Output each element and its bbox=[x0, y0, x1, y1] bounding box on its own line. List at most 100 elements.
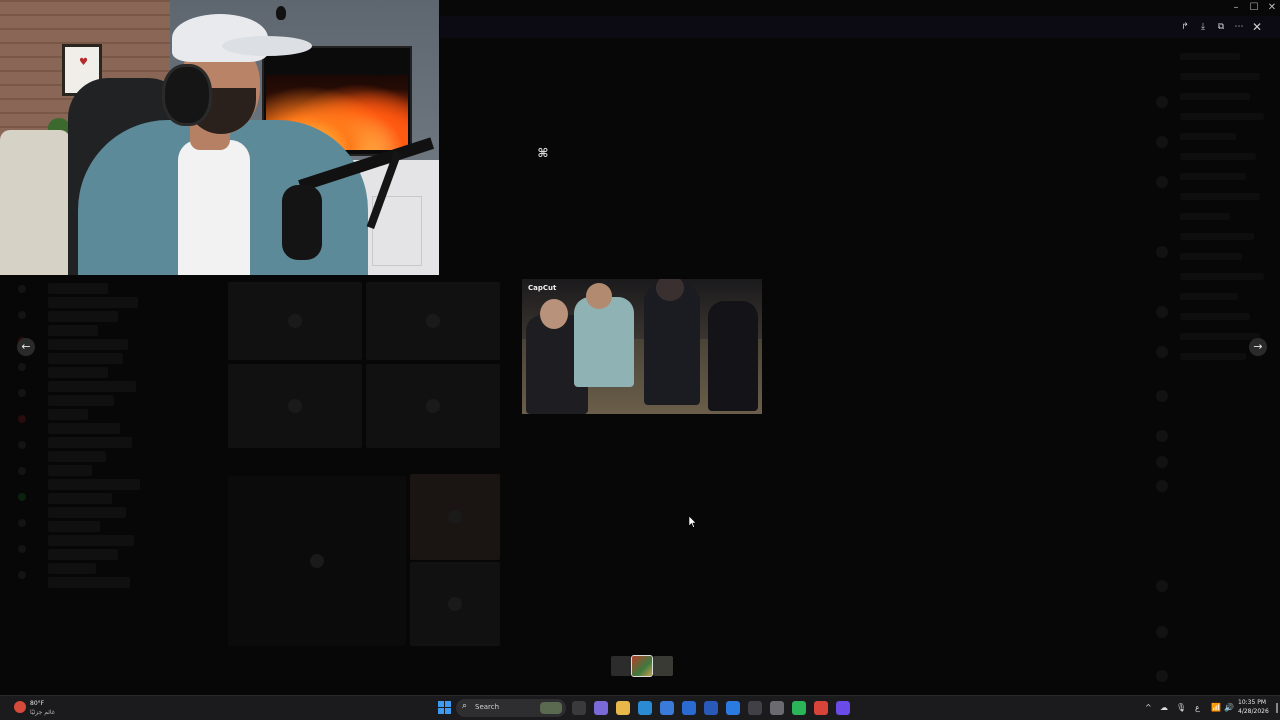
file-explorer-icon[interactable] bbox=[616, 701, 630, 715]
mic-icon[interactable]: 🎙 bbox=[1176, 702, 1186, 714]
webcam-overlay: ♥ bbox=[0, 0, 439, 275]
heart-icon: ♥ bbox=[79, 57, 88, 68]
media-icon[interactable] bbox=[748, 701, 762, 715]
figure bbox=[644, 285, 700, 405]
avatar bbox=[1156, 246, 1168, 258]
forward-icon[interactable]: ↱ bbox=[1178, 20, 1192, 34]
language-indicator[interactable]: ع bbox=[1195, 702, 1200, 714]
shield-icon[interactable] bbox=[682, 701, 696, 715]
task-view-icon[interactable] bbox=[572, 701, 586, 715]
channel-row bbox=[48, 367, 108, 378]
chrome-icon[interactable] bbox=[814, 701, 828, 715]
weather-condition: غائم جزئيًا bbox=[30, 709, 55, 716]
channel-row bbox=[48, 549, 118, 560]
member-row bbox=[1180, 293, 1238, 300]
channel-row bbox=[48, 451, 106, 462]
member-list-dimmed bbox=[1150, 40, 1280, 690]
avatar bbox=[1156, 136, 1168, 148]
calendar-icon[interactable] bbox=[704, 701, 718, 715]
channel-row bbox=[48, 353, 123, 364]
avatar bbox=[1156, 670, 1168, 682]
channel-row bbox=[48, 311, 118, 322]
media-thumbnail-dimmed bbox=[228, 476, 406, 646]
figure-head bbox=[540, 299, 568, 329]
taskbar: 80°F غائم جزئيًا ⌕ Search ^ ☁ 🎙 ع 📶 🔊 10… bbox=[0, 695, 1280, 720]
media-thumbnail-dimmed bbox=[410, 562, 500, 646]
edge-icon[interactable] bbox=[638, 701, 652, 715]
search-icon: ⌕ bbox=[462, 701, 468, 711]
member-row bbox=[1180, 173, 1246, 180]
figure bbox=[708, 301, 758, 411]
avatar bbox=[1156, 430, 1168, 442]
microphone bbox=[282, 185, 322, 260]
avatar bbox=[1156, 626, 1168, 638]
avatar bbox=[1156, 96, 1168, 108]
member-row bbox=[1180, 153, 1256, 160]
mail-icon[interactable] bbox=[726, 701, 740, 715]
avatar bbox=[1156, 580, 1168, 592]
avatar bbox=[1156, 306, 1168, 318]
search-highlight-icon bbox=[540, 702, 562, 714]
member-row bbox=[1180, 333, 1260, 340]
figure-head bbox=[586, 283, 612, 309]
member-row bbox=[1180, 73, 1260, 80]
member-row bbox=[1180, 233, 1254, 240]
minimize-button[interactable]: – bbox=[1229, 2, 1243, 14]
strip-thumbnail-selected[interactable] bbox=[631, 655, 653, 677]
member-row bbox=[1180, 193, 1260, 200]
volume-icon[interactable]: 🔊 bbox=[1224, 702, 1234, 714]
channel-row bbox=[48, 577, 130, 588]
green-app-icon[interactable] bbox=[792, 701, 806, 715]
channel-row bbox=[48, 283, 108, 294]
channel-row bbox=[48, 521, 100, 532]
member-row bbox=[1180, 53, 1240, 60]
media-preview[interactable]: CapCut bbox=[522, 279, 762, 414]
member-row bbox=[1180, 113, 1264, 120]
search-placeholder: Search bbox=[475, 703, 500, 711]
show-desktop-button[interactable] bbox=[1276, 703, 1278, 713]
channel-row bbox=[48, 437, 132, 448]
media-thumbnail-dimmed bbox=[228, 364, 362, 448]
clock-date[interactable]: 4/28/2026 bbox=[1238, 708, 1269, 715]
media-thumbnail-dimmed bbox=[410, 474, 500, 560]
thumbnail-strip bbox=[611, 655, 673, 677]
capcut-logo-icon: ⌘ bbox=[537, 146, 549, 160]
screen: – ☐ ✕ ↱ ⤓ ⧉ ⋯ ✕ ♥ ⌘ ← → CapCut 80°F غائم… bbox=[0, 0, 1280, 720]
media-thumbnail-dimmed bbox=[228, 282, 362, 360]
copilot-icon[interactable] bbox=[594, 701, 608, 715]
channel-row bbox=[48, 423, 120, 434]
download-icon[interactable]: ⤓ bbox=[1196, 20, 1210, 34]
channel-row bbox=[48, 409, 88, 420]
member-row bbox=[1180, 93, 1250, 100]
member-row bbox=[1180, 133, 1236, 140]
start-button[interactable] bbox=[438, 701, 451, 714]
store-icon[interactable] bbox=[660, 701, 674, 715]
next-media-button[interactable]: → bbox=[1249, 338, 1267, 356]
window-close-button[interactable]: ✕ bbox=[1265, 2, 1279, 14]
weather-icon bbox=[14, 701, 26, 713]
channel-row bbox=[48, 507, 126, 518]
channel-row bbox=[48, 325, 98, 336]
avatar bbox=[1156, 390, 1168, 402]
viewer-close-button[interactable]: ✕ bbox=[1250, 20, 1264, 34]
previous-media-button[interactable]: ← bbox=[17, 338, 35, 356]
taskbar-search[interactable]: ⌕ Search bbox=[456, 699, 566, 717]
onedrive-icon[interactable]: ☁ bbox=[1160, 702, 1168, 714]
messenger-icon[interactable] bbox=[836, 701, 850, 715]
member-row bbox=[1180, 273, 1264, 280]
strip-thumbnail[interactable] bbox=[611, 656, 631, 676]
weather-widget[interactable]: 80°F غائم جزئيًا bbox=[14, 699, 74, 719]
strip-thumbnail[interactable] bbox=[653, 656, 673, 676]
tray-chevron-icon[interactable]: ^ bbox=[1145, 702, 1152, 714]
channel-row bbox=[48, 339, 128, 350]
weather-temp: 80°F bbox=[30, 700, 45, 707]
open-external-icon[interactable]: ⧉ bbox=[1214, 20, 1228, 34]
wifi-icon[interactable]: 📶 bbox=[1211, 702, 1221, 714]
clock-time[interactable]: 10:35 PM bbox=[1238, 699, 1266, 706]
figure bbox=[574, 297, 634, 387]
settings-icon[interactable] bbox=[770, 701, 784, 715]
channel-row bbox=[48, 297, 138, 308]
more-icon[interactable]: ⋯ bbox=[1232, 20, 1246, 34]
media-thumbnail-dimmed bbox=[366, 364, 500, 448]
maximize-button[interactable]: ☐ bbox=[1247, 2, 1261, 14]
